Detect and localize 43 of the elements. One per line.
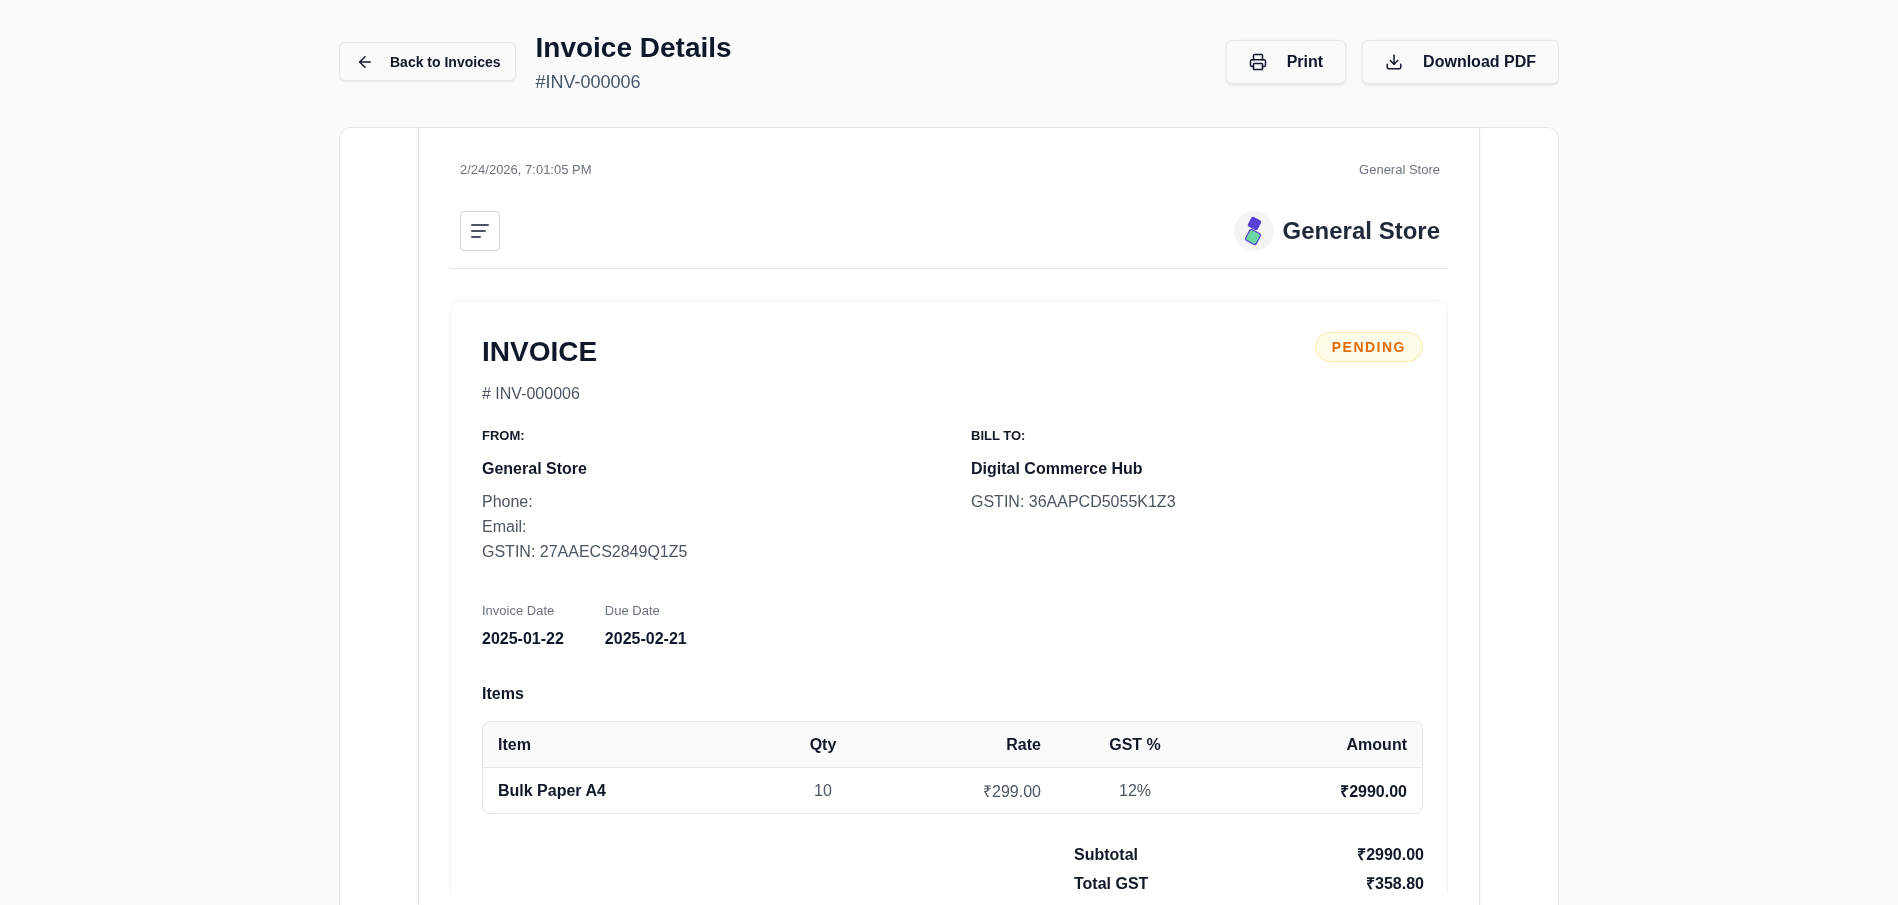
date-value: 2025-01-22: [482, 629, 564, 649]
header-store-name: General Store: [1359, 161, 1440, 179]
menu-icon: [471, 224, 489, 238]
page-title: Invoice Details: [535, 31, 732, 65]
party-name: Digital Commerce Hub: [971, 459, 1144, 479]
invoice-reference: #INV-000006: [535, 71, 642, 94]
logo-icon: [1233, 211, 1274, 251]
party-detail: GSTIN: 27AAECS2849Q1Z5: [482, 542, 689, 562]
back-button[interactable]: Back to Invoices: [339, 42, 516, 81]
party-detail: GSTIN: 36AAPCD5055K1Z3: [971, 492, 1177, 512]
column-header: Amount: [1345, 735, 1408, 754]
column-header: Qty: [808, 735, 838, 754]
items-heading: Items: [482, 684, 525, 704]
date-label: Due Date: [604, 602, 661, 620]
party-heading: BILL TO:: [971, 427, 1027, 445]
download-button[interactable]: Download PDF: [1362, 40, 1559, 84]
date-label: Invoice Date: [482, 602, 556, 620]
table-cell-text: 10: [813, 781, 833, 800]
table-cell-text: ₹299.00: [982, 781, 1042, 802]
column-header: Rate: [1005, 735, 1042, 754]
total-label: Subtotal: [1074, 845, 1138, 865]
column-header: Item: [497, 735, 532, 754]
total-label: Total GST: [1074, 874, 1149, 894]
total-value: ₹358.80: [1366, 874, 1424, 894]
invoice-title: INVOICE: [482, 335, 598, 369]
table-cell-text: 12%: [1118, 781, 1152, 800]
party-name: General Store: [482, 459, 588, 479]
party-detail: Phone:: [482, 492, 534, 512]
total-value: ₹2990.00: [1357, 845, 1424, 865]
date-value: 2025-02-21: [604, 629, 687, 649]
printer-icon: [1248, 53, 1267, 71]
status-badge: PENDING: [1314, 332, 1423, 362]
print-button[interactable]: Print: [1225, 40, 1347, 84]
invoice-number: # INV-000006: [482, 384, 581, 404]
store-name: General Store: [1282, 217, 1440, 245]
download-icon: [1385, 53, 1404, 71]
table-cell-text: ₹2990.00: [1339, 781, 1408, 802]
menu-button[interactable]: [460, 211, 500, 251]
column-header: GST %: [1108, 735, 1162, 754]
print-timestamp: 2/24/2026, 7:01:05 PM: [460, 161, 592, 179]
table-cell-text: Bulk Paper A4: [497, 781, 607, 800]
party-heading: FROM:: [482, 427, 526, 445]
party-detail: Email:: [482, 517, 528, 537]
